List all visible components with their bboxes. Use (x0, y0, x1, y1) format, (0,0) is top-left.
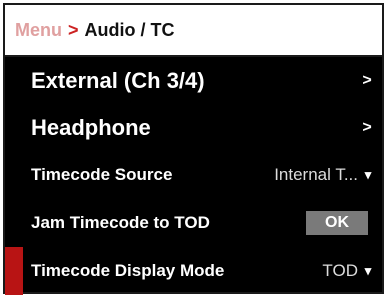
chevron-right-icon: > (362, 71, 372, 89)
menu-item-label: Jam Timecode to TOD (31, 213, 210, 232)
menu-item-timecode-display-mode[interactable]: Timecode Display Mode TOD ▾ (5, 247, 382, 295)
chevron-down-icon[interactable]: ▾ (362, 263, 374, 279)
jam-timecode-ok-button[interactable]: OK (306, 211, 368, 235)
menu-item-label: Timecode Source (31, 165, 173, 184)
breadcrumb: Menu > Audio / TC (5, 5, 382, 57)
breadcrumb-separator-icon: > (68, 19, 79, 40)
breadcrumb-current-page: Audio / TC (84, 19, 175, 40)
menu-item-label: Headphone (31, 114, 151, 140)
menu-list: External (Ch 3/4) > Headphone > Timecode… (5, 57, 382, 295)
selection-indicator (5, 247, 23, 295)
audio-tc-menu-panel: Menu > Audio / TC External (Ch 3/4) > He… (3, 3, 384, 295)
chevron-down-icon[interactable]: ▾ (362, 167, 374, 183)
menu-item-jam-timecode-to-tod[interactable]: Jam Timecode to TOD OK (5, 199, 382, 247)
chevron-right-icon: > (362, 118, 372, 136)
breadcrumb-menu-link[interactable]: Menu (15, 20, 62, 41)
menu-item-timecode-source[interactable]: Timecode Source Internal T... ▾ (5, 151, 382, 199)
timecode-display-mode-value[interactable]: TOD (322, 261, 358, 281)
menu-item-headphone[interactable]: Headphone > (5, 104, 382, 151)
menu-item-external-ch-3-4[interactable]: External (Ch 3/4) > (5, 57, 382, 104)
menu-item-label: Timecode Display Mode (31, 261, 225, 280)
timecode-source-value[interactable]: Internal T... (274, 165, 358, 185)
menu-item-label: External (Ch 3/4) (31, 67, 205, 93)
